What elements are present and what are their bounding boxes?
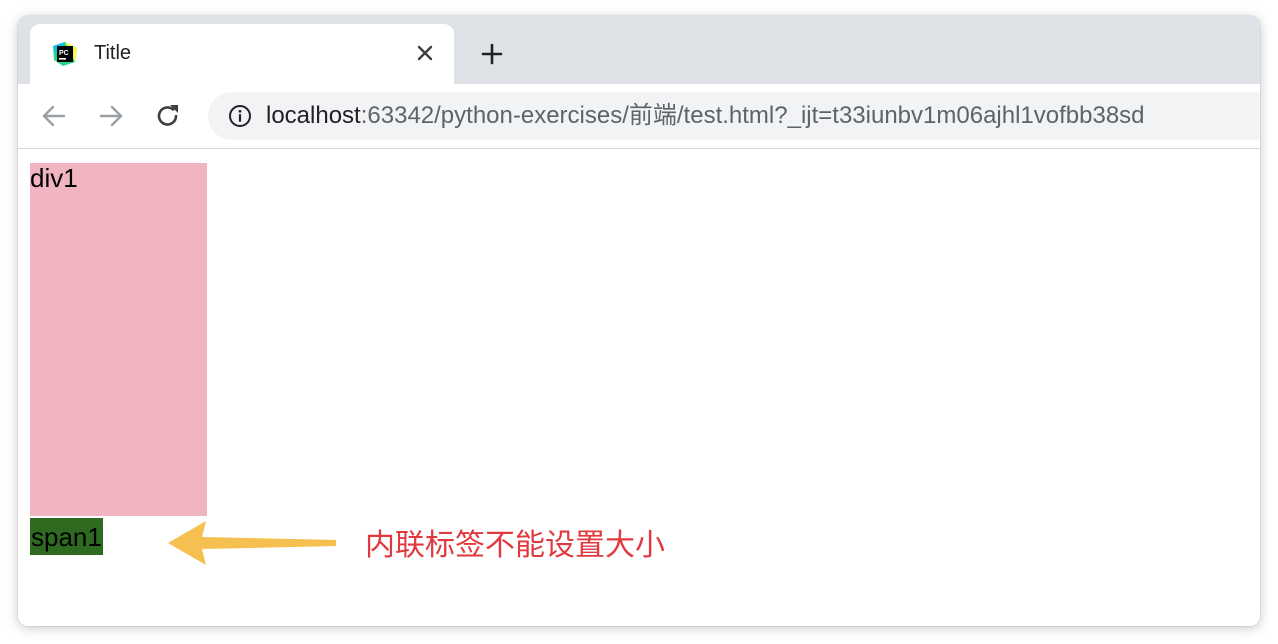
svg-text:PC: PC — [59, 50, 69, 57]
reload-icon[interactable] — [154, 102, 182, 130]
info-icon[interactable] — [228, 104, 252, 128]
arrow-left-icon — [168, 521, 336, 565]
new-tab-icon[interactable] — [480, 42, 504, 66]
annotation-text: 内联标签不能设置大小 — [365, 529, 665, 562]
url-host: localhost — [266, 102, 361, 129]
tab-title: Title — [94, 42, 132, 64]
browser-toolbar: localhost:63342/python-exercises/前端/test… — [18, 84, 1260, 149]
url-path: :63342/python-exercises/前端/test.html?_ij… — [360, 102, 1145, 129]
back-arrow-icon[interactable] — [40, 102, 68, 130]
forward-arrow-icon[interactable] — [97, 102, 125, 130]
page-viewport: div1 span1 内联标签不能设置大小 — [18, 149, 1260, 626]
pycharm-icon: PC — [53, 42, 77, 66]
tab-strip: PC Title — [18, 16, 1260, 84]
tab-active[interactable]: PC Title — [30, 24, 454, 84]
close-icon[interactable] — [414, 42, 436, 64]
div1-block: div1 — [30, 163, 207, 516]
span1-inline: span1 — [30, 518, 103, 555]
address-bar[interactable]: localhost:63342/python-exercises/前端/test… — [208, 92, 1260, 140]
browser-window: PC Title localhost:63342/python-exercise… — [18, 16, 1260, 626]
url-text[interactable]: localhost:63342/python-exercises/前端/test… — [266, 103, 1145, 129]
